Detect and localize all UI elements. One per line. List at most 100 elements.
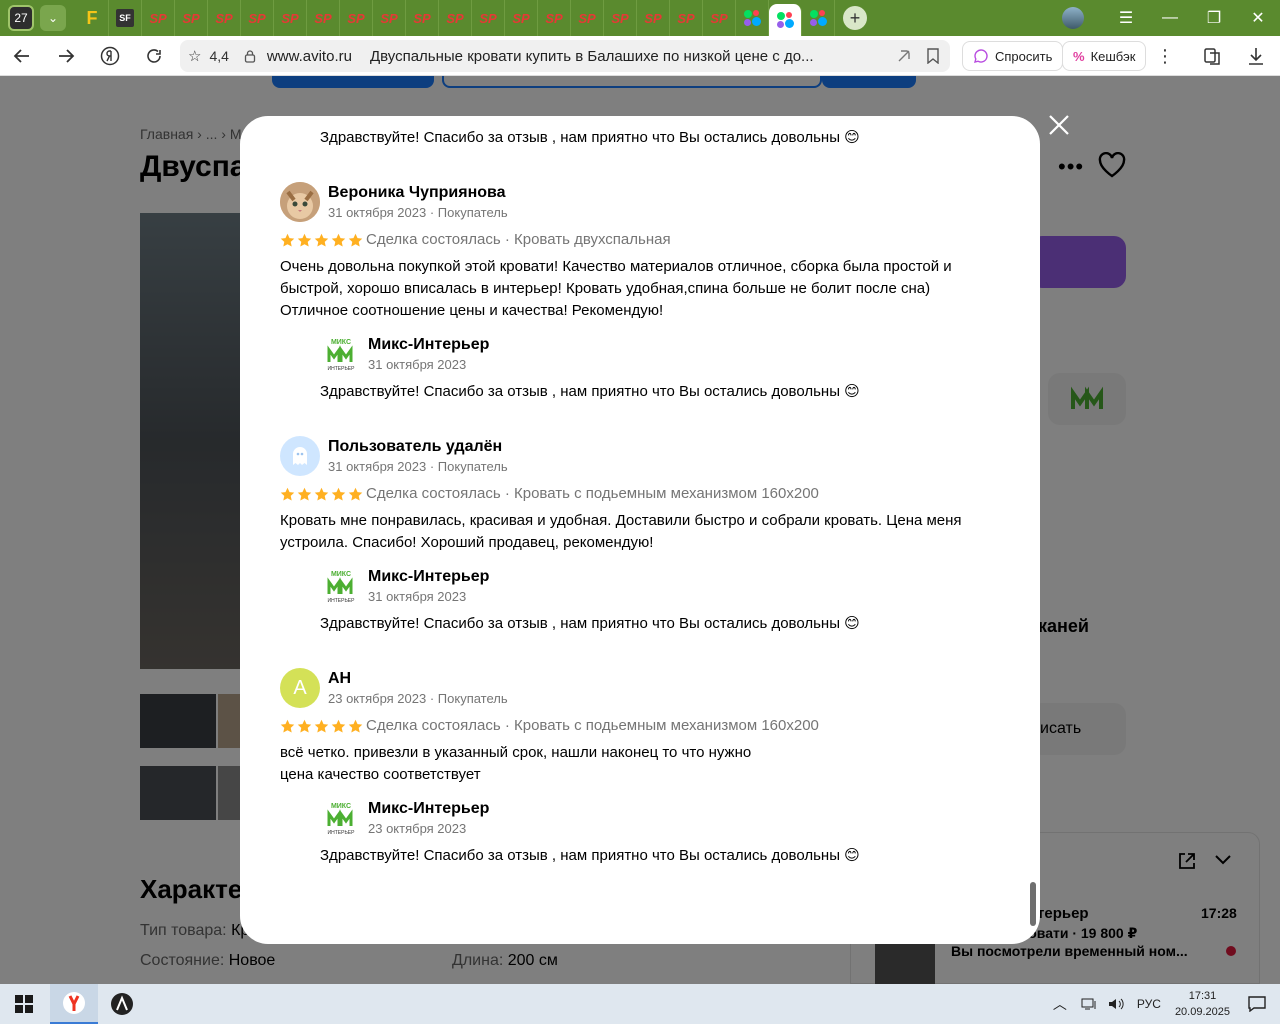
site-rating: 4,4 <box>209 48 229 64</box>
close-modal-icon[interactable] <box>1046 112 1072 138</box>
tab-sp[interactable]: SP <box>538 0 571 36</box>
tab-sp[interactable]: SP <box>571 0 604 36</box>
app-taskbar[interactable] <box>98 984 146 1024</box>
restore-icon[interactable]: ❐ <box>1192 8 1236 28</box>
notifications-icon[interactable] <box>1248 996 1266 1012</box>
review-text-line: устроила. Спасибо! Хороший продавец, рек… <box>280 534 654 551</box>
tab-list-dropdown[interactable]: ⌄ <box>40 5 66 31</box>
collections-icon[interactable] <box>1202 46 1222 66</box>
tab-avito[interactable] <box>802 0 835 36</box>
seller-reply-text: Здравствуйте! Спасибо за отзыв , нам при… <box>320 847 860 864</box>
url-domain: www.avito.ru <box>266 47 352 65</box>
sp-site-icon: SP <box>281 10 299 26</box>
seller-reply-name[interactable]: Микс-Интерьер <box>368 336 489 354</box>
sf-site-icon: SF <box>116 9 134 27</box>
tab-sp[interactable]: SP <box>406 0 439 36</box>
seller-reply-name[interactable]: Микс-Интерьер <box>368 800 489 818</box>
tab-sp[interactable]: SP <box>274 0 307 36</box>
svg-text:ИНТЕРЬЕР: ИНТЕРЬЕР <box>328 830 356 836</box>
tab-sp[interactable]: SP <box>670 0 703 36</box>
tab-sp[interactable]: SP <box>340 0 373 36</box>
seller-reply-date: 23 октября 2023 <box>368 821 467 836</box>
download-icon[interactable] <box>1247 46 1265 66</box>
yandex-browser-taskbar[interactable] <box>50 984 98 1024</box>
tab-sp[interactable]: SP <box>241 0 274 36</box>
bookmark-icon[interactable] <box>926 48 940 64</box>
more-menu-icon[interactable]: ⋮ <box>1156 46 1174 67</box>
star-icon <box>280 233 295 247</box>
seller-reply-name[interactable]: Микс-Интерьер <box>368 568 489 586</box>
star-icon <box>280 719 295 733</box>
forward-button[interactable] <box>44 36 88 76</box>
profile-avatar[interactable] <box>1062 7 1084 29</box>
tab-f[interactable]: F <box>76 0 109 36</box>
sp-site-icon: SP <box>545 10 563 26</box>
modal-scrollbar-thumb[interactable] <box>1030 882 1036 926</box>
reviewer-name[interactable]: АН <box>328 670 351 688</box>
tab-sp[interactable]: SP <box>505 0 538 36</box>
volume-icon[interactable] <box>1107 997 1125 1011</box>
alice-chat-icon <box>974 49 988 63</box>
lock-icon[interactable] <box>243 49 257 63</box>
chevron-up-icon[interactable]: ︿ <box>1053 994 1067 1014</box>
tab-sp[interactable]: SP <box>472 0 505 36</box>
avito-icon <box>809 9 827 27</box>
review-date: 23 октября 2023 · Покупатель <box>328 691 508 706</box>
miks-interior-logo-icon: МИКС ИНТЕРЬЕР <box>327 571 355 604</box>
reviewer-name[interactable]: Пользователь удалён <box>328 438 502 456</box>
tab-sp[interactable]: SP <box>637 0 670 36</box>
reviewer-avatar[interactable] <box>280 182 320 222</box>
browser-toolbar: ☆ 4,4 www.avito.ru Двуспальные кровати к… <box>0 36 1280 76</box>
sp-site-icon: SP <box>248 10 266 26</box>
sp-site-icon: SP <box>413 10 431 26</box>
tab-avito[interactable] <box>736 0 769 36</box>
protect-off-icon[interactable] <box>896 48 912 64</box>
reviewer-name[interactable]: Вероника Чуприянова <box>328 184 506 202</box>
review-text-line: Очень довольна покупкой этой кровати! Ка… <box>280 258 952 275</box>
star-icon <box>297 487 312 501</box>
cashback-button[interactable]: % Кешбэк <box>1062 41 1147 71</box>
close-window-icon[interactable]: ✕ <box>1236 8 1280 28</box>
tab-sf[interactable]: SF <box>109 0 142 36</box>
avito-icon <box>743 9 761 27</box>
tab-avito-active[interactable] <box>769 4 802 36</box>
reload-button[interactable] <box>132 36 176 76</box>
cashback-label: Кешбэк <box>1090 48 1136 64</box>
sp-site-icon: SP <box>479 10 497 26</box>
star-icon[interactable]: ☆ <box>188 47 201 65</box>
network-icon[interactable] <box>1081 997 1097 1011</box>
yandex-button[interactable] <box>88 36 132 76</box>
reviewer-avatar[interactable] <box>280 436 320 476</box>
sp-site-icon: SP <box>215 10 233 26</box>
seller-reply-text: Здравствуйте! Спасибо за отзыв , нам при… <box>320 615 860 632</box>
star-icon <box>297 233 312 247</box>
sp-site-icon: SP <box>446 10 464 26</box>
tab-sp[interactable]: SP <box>307 0 340 36</box>
ask-alice-button[interactable]: Спросить <box>962 41 1064 71</box>
sp-site-icon: SP <box>677 10 695 26</box>
tab-sp[interactable]: SP <box>142 0 175 36</box>
minimize-icon[interactable]: — <box>1148 9 1192 27</box>
language-indicator[interactable]: РУС <box>1137 997 1161 1011</box>
tab-sp[interactable]: SP <box>208 0 241 36</box>
back-button[interactable] <box>0 36 44 76</box>
review-text-line: Отличное соотношение цены и качества! Ре… <box>280 302 664 319</box>
tab-sp[interactable]: SP <box>604 0 637 36</box>
star-icon <box>331 233 346 247</box>
tab-sp[interactable]: SP <box>703 0 736 36</box>
tab-counter[interactable]: 27 <box>8 5 34 31</box>
deal-info: Сделка состоялась · Кровать с подьемным … <box>366 485 819 502</box>
address-bar[interactable]: ☆ 4,4 www.avito.ru Двуспальные кровати к… <box>180 40 950 72</box>
tab-sp[interactable]: SP <box>439 0 472 36</box>
tab-sp[interactable]: SP <box>373 0 406 36</box>
start-button[interactable] <box>0 984 48 1024</box>
page-title-in-address: Двуспальные кровати купить в Балашихе по… <box>369 47 814 65</box>
review-text-line: быстрой, хорошо вписалась в интерьер! Кр… <box>280 280 931 297</box>
menu-icon[interactable]: ☰ <box>1104 8 1148 28</box>
star-icon <box>331 719 346 733</box>
tab-sp[interactable]: SP <box>175 0 208 36</box>
new-tab-button[interactable]: + <box>843 6 867 30</box>
reviewer-avatar[interactable]: А <box>280 668 320 708</box>
clock[interactable]: 17:31 20.09.2025 <box>1175 988 1230 1020</box>
star-icon <box>297 719 312 733</box>
